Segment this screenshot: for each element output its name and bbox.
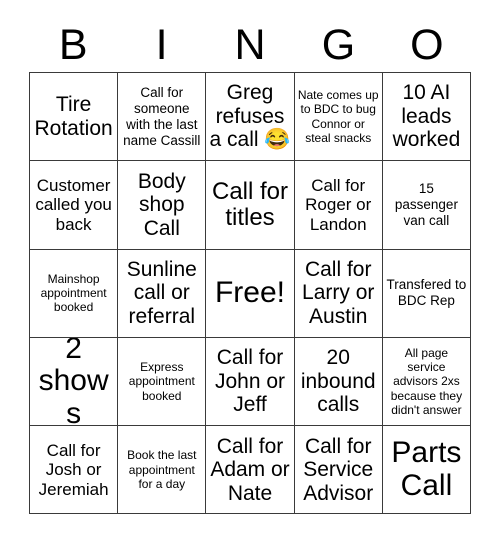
bingo-cell-label: Free!	[214, 276, 286, 310]
bingo-row: Call for Josh or Jeremiah Book the last a…	[30, 426, 472, 515]
bingo-cell-r2-c4[interactable]: Call for Roger or Landon	[294, 161, 383, 250]
bingo-cell-r2-c1[interactable]: Customer called you back	[30, 161, 119, 250]
bingo-cell-label: Customer called you back	[35, 175, 112, 234]
bingo-cell-label: Call for Service Advisor	[303, 434, 374, 505]
bingo-cell-r3-c3[interactable]: Free!	[206, 249, 295, 338]
bingo-header-letter-g: G	[321, 20, 356, 69]
bingo-cell-r4-c4[interactable]: 20 inbound calls	[294, 337, 383, 427]
bingo-cell-r1-c2[interactable]: Call for someone with the last name Cass…	[118, 73, 207, 162]
bingo-cell-r4-c1[interactable]: 2 shows	[30, 337, 119, 427]
bingo-cell-label: Call for Josh or Jeremiah	[38, 440, 109, 499]
bingo-header-letter-o: O	[410, 20, 444, 69]
bingo-cell-label: Nate comes up to BDC to bug Connor or st…	[297, 87, 379, 146]
bingo-row: Tire Rotation Call for someone with the l…	[30, 73, 472, 162]
bingo-header: B I N G O	[29, 18, 471, 72]
bingo-cell-r4-c3[interactable]: Call for John or Jeff	[206, 337, 295, 427]
bingo-cell-label: Tire Rotation	[34, 93, 113, 140]
bingo-row: 2 shows Express appointment booked Call fo…	[30, 337, 472, 427]
bingo-header-letter-n: N	[234, 20, 266, 69]
bingo-cell-r4-c5[interactable]: All page service advisors 2xs because th…	[382, 337, 472, 427]
bingo-card: B I N G O Tire Rotation Call for someone …	[29, 18, 472, 515]
bingo-cell-label: Call for titles	[211, 177, 289, 231]
bingo-cell-r2-c2[interactable]: Body shop Call	[118, 161, 207, 250]
bingo-cell-r2-c3[interactable]: Call for titles	[206, 161, 295, 250]
bingo-row: Mainshop appointment booked Sunline call …	[30, 249, 472, 338]
bingo-cell-r3-c1[interactable]: Mainshop appointment booked	[30, 249, 119, 338]
bingo-cell-r5-c5[interactable]: Parts Call	[382, 426, 472, 515]
bingo-cell-r5-c1[interactable]: Call for Josh or Jeremiah	[30, 426, 119, 515]
bingo-cell-r3-c4[interactable]: Call for Larry or Austin	[294, 249, 383, 338]
bingo-cell-label: Mainshop appointment booked	[40, 271, 107, 315]
bingo-cell-r1-c3[interactable]: Greg refuses a call 😂	[206, 73, 295, 162]
bingo-row: Customer called you back Body shop Call Ca…	[30, 161, 472, 250]
bingo-cell-r5-c2[interactable]: Book the last appointment for a day	[118, 426, 207, 515]
bingo-cell-label: 20 inbound calls	[300, 346, 376, 417]
bingo-cell-r1-c5[interactable]: 10 AI leads worked	[382, 73, 472, 162]
bingo-cell-label: Body shop Call	[137, 169, 186, 240]
bingo-cell-label: All page service advisors 2xs because th…	[390, 345, 463, 418]
bingo-grid: Tire Rotation Call for someone with the l…	[29, 72, 472, 515]
bingo-cell-r2-c5[interactable]: 15 passenger van call	[382, 161, 472, 250]
bingo-cell-label: Sunline call or referral	[126, 257, 197, 328]
bingo-cell-r4-c2[interactable]: Express appointment booked	[118, 337, 207, 427]
bingo-cell-label: Call for Roger or Landon	[305, 175, 372, 234]
bingo-cell-label: Call for someone with the last name Cass…	[123, 84, 201, 148]
bingo-cell-r3-c2[interactable]: Sunline call or referral	[118, 249, 207, 338]
bingo-cell-label: Parts Call	[391, 436, 462, 502]
bingo-cell-label: Book the last appointment for a day	[127, 448, 197, 492]
bingo-cell-r5-c3[interactable]: Call for Adam or Nate	[206, 426, 295, 515]
bingo-cell-label: Call for Adam or Nate	[210, 434, 290, 505]
bingo-cell-label: Call for Larry or Austin	[302, 257, 375, 328]
bingo-cell-label: Call for John or Jeff	[214, 346, 286, 417]
bingo-header-letter-b: B	[58, 20, 88, 69]
bingo-cell-label: Express appointment booked	[128, 359, 195, 403]
bingo-cell-r5-c4[interactable]: Call for Service Advisor	[294, 426, 383, 515]
bingo-header-letter-i: I	[155, 20, 168, 69]
bingo-cell-r1-c1[interactable]: Tire Rotation	[30, 73, 119, 162]
bingo-cell-r3-c5[interactable]: Transfered to BDC Rep	[382, 249, 472, 338]
bingo-cell-label: 10 AI leads worked	[392, 81, 461, 152]
bingo-cell-label: 2 shows	[38, 337, 109, 427]
bingo-cell-label: Transfered to BDC Rep	[386, 277, 467, 309]
bingo-cell-r1-c4[interactable]: Nate comes up to BDC to bug Connor or st…	[294, 73, 383, 162]
bingo-cell-label: 15 passenger van call	[394, 181, 458, 228]
bingo-cell-label: Greg refuses a call 😂	[209, 81, 291, 152]
